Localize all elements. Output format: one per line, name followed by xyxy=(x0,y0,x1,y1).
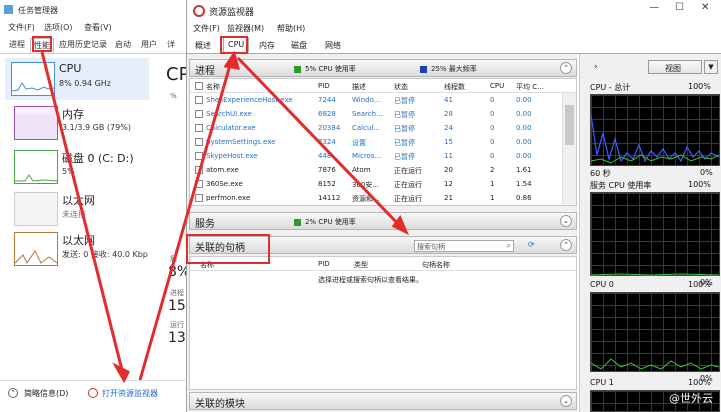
watermark: @世外云 xyxy=(669,392,713,405)
arrow-head-cpu-tab xyxy=(223,50,241,70)
arrow-to-open-rm xyxy=(40,51,124,371)
annotation-arrows xyxy=(40,50,409,384)
arrow-to-cpu-tab xyxy=(138,57,234,381)
arrow-to-search xyxy=(236,56,404,230)
arrow-head-open-rm xyxy=(112,362,131,384)
